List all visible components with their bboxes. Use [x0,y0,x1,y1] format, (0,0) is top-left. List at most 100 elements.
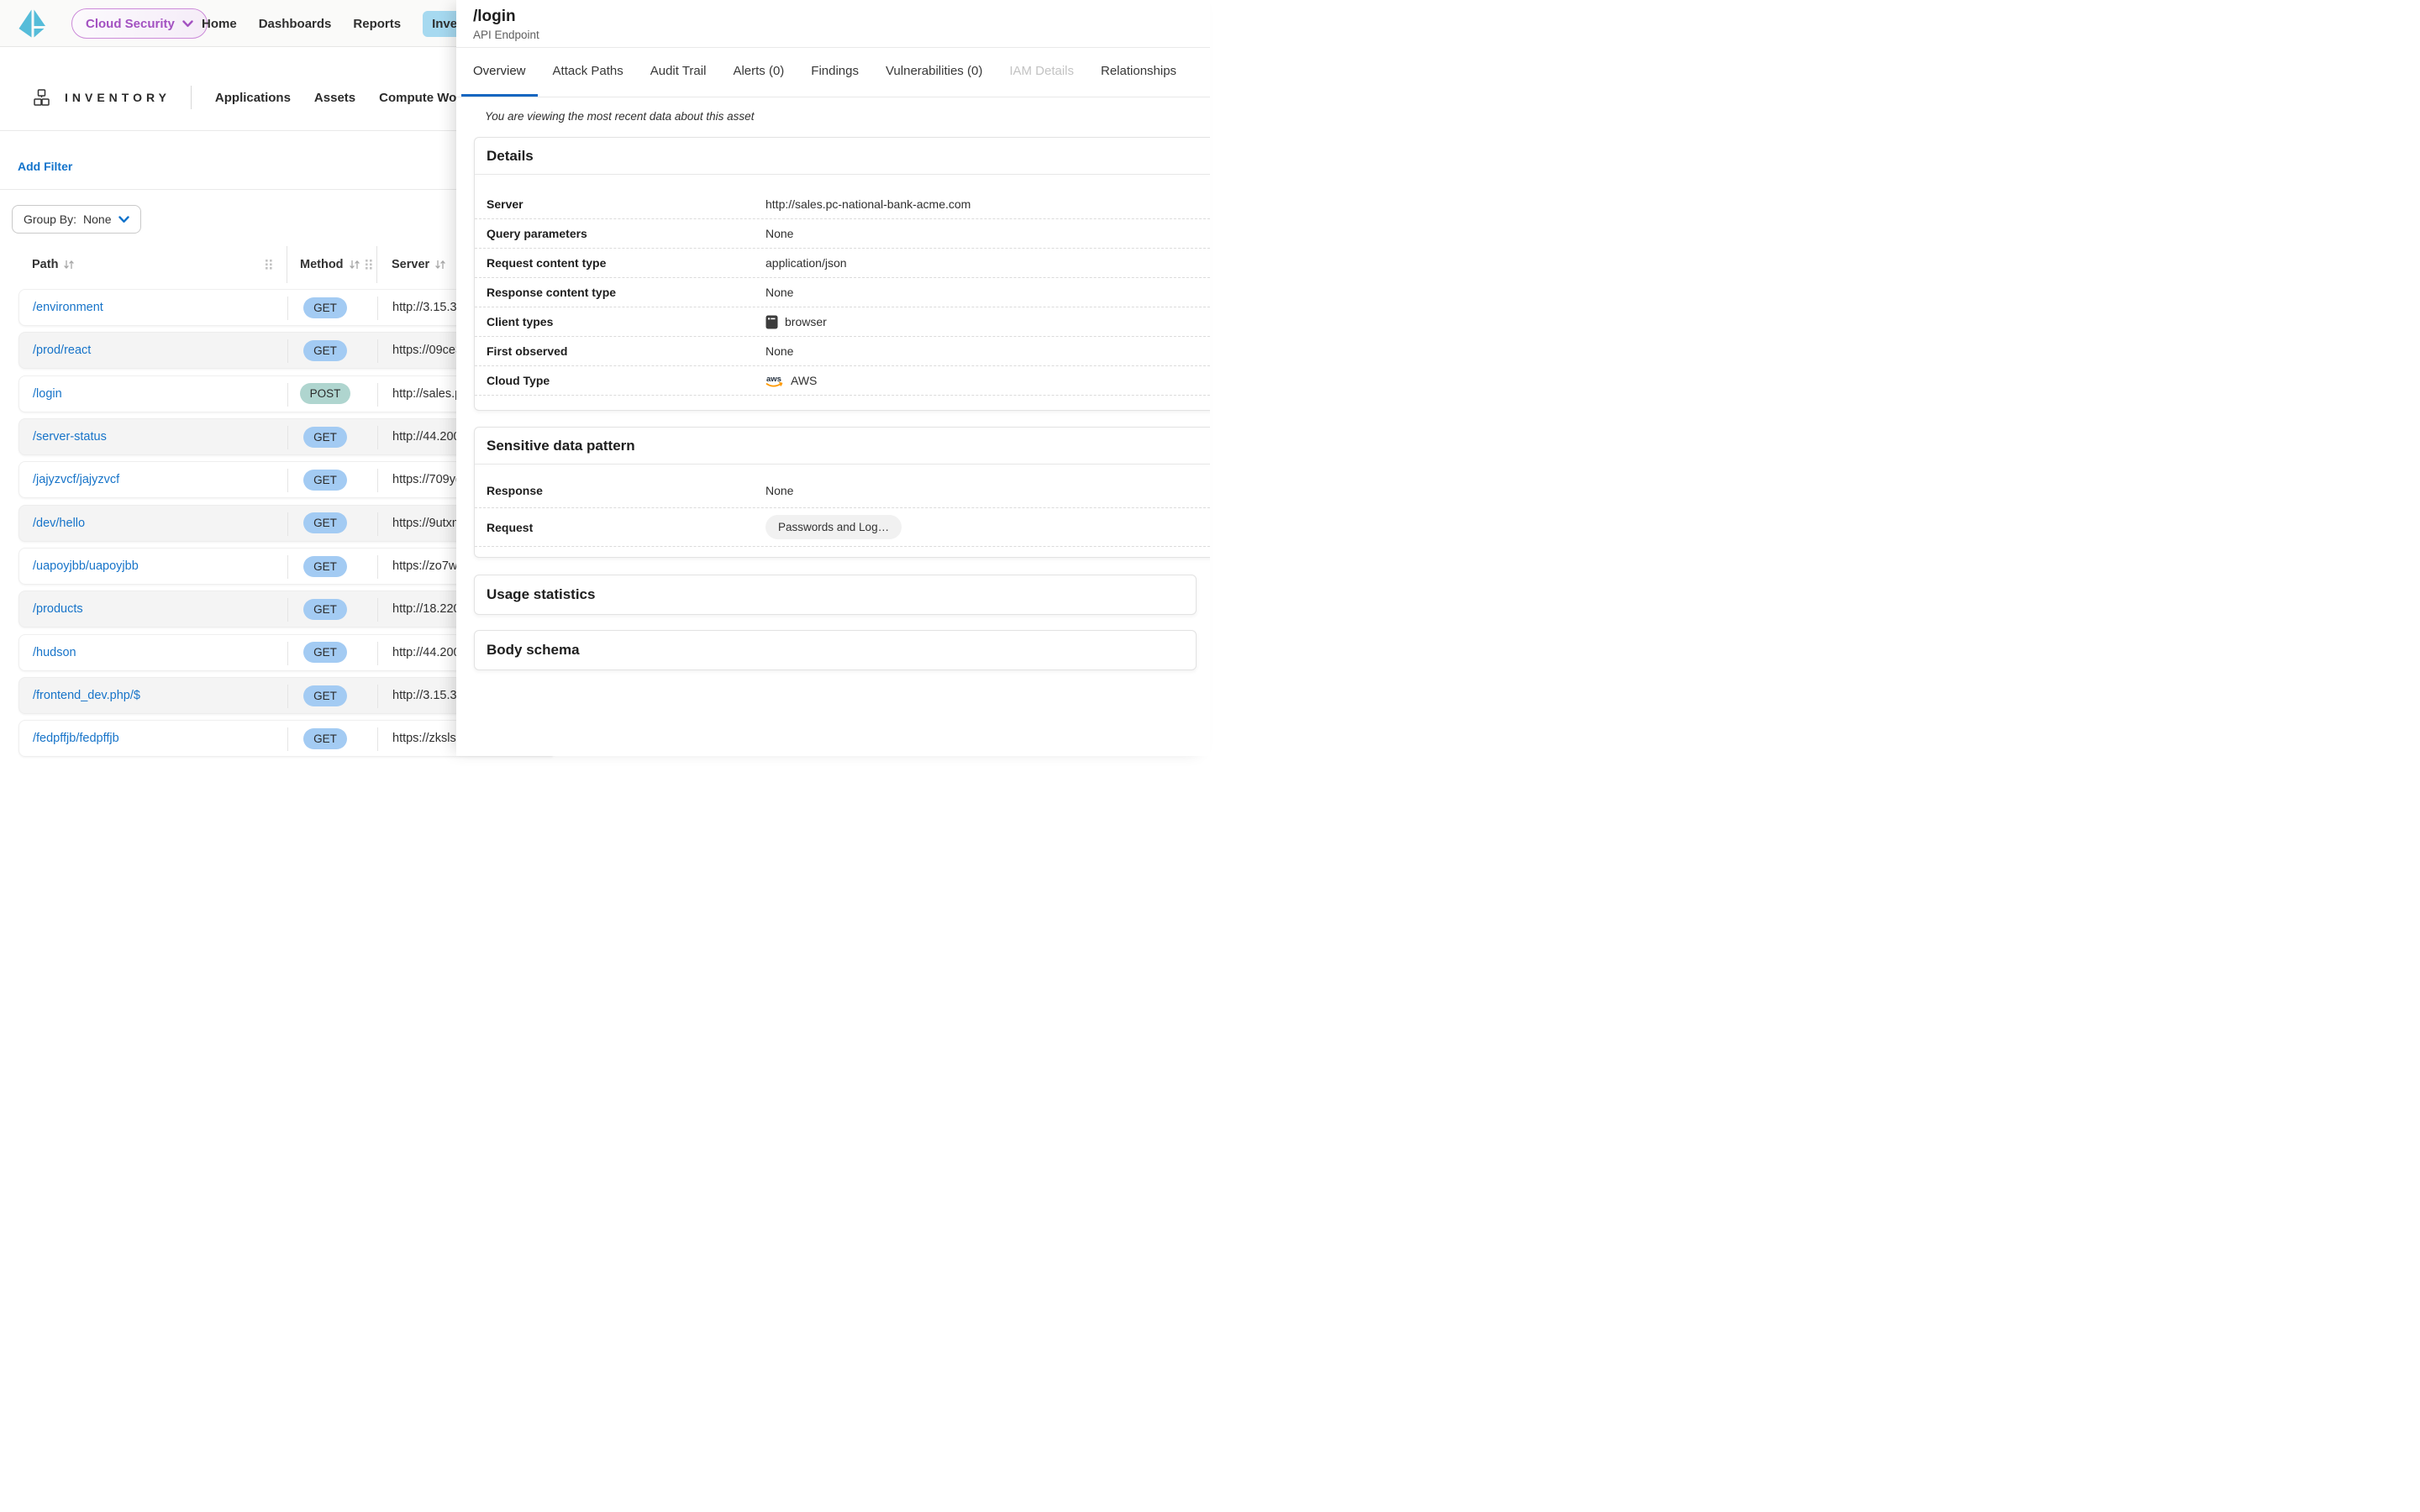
column-divider [377,598,378,622]
panel-tab[interactable]: IAM Details [997,48,1086,97]
column-divider [377,555,378,579]
server-cell: http://44.200. [392,635,464,670]
sort-icon[interactable] [63,260,75,270]
method-badge: GET [303,470,347,491]
path-link[interactable]: /uapoyjbb/uapoyjbb [33,549,139,584]
app-root: Cloud Security Home Dashboards Reports I… [0,0,1210,756]
method-cell: GET [287,419,363,454]
usage-statistics-title: Usage statistics [475,575,1196,614]
product-switcher-label: Cloud Security [86,17,175,31]
chevron-down-icon [118,216,129,223]
column-header-method[interactable]: Method [300,246,372,283]
group-by-label: Group By: [24,213,76,226]
method-badge: GET [303,340,347,361]
column-divider [377,469,378,492]
body-schema-title: Body schema [475,631,1196,669]
panel-subtitle: API Endpoint [473,29,1210,41]
sensitive-row-response: Response None [475,473,1210,508]
sort-icon[interactable] [434,260,446,270]
top-nav-item[interactable]: Home [202,17,237,31]
method-badge: GET [303,642,347,663]
server-cell: http://3.15.30 [392,290,464,325]
server-cell: http://3.15.30 [392,678,464,713]
server-cell: https://709yg [392,462,462,497]
detail-row-query-parameters: Query parameters None [475,219,1210,249]
method-badge: GET [303,685,347,706]
detail-row-client-types: Client types browser [475,307,1210,337]
panel-header: /login API Endpoint [456,0,1210,48]
details-card-title: Details [475,138,1210,175]
column-header-path[interactable]: Path [32,246,75,283]
recent-data-note: You are viewing the most recent data abo… [485,110,1210,123]
column-divider [377,297,378,320]
column-divider [377,339,378,363]
method-badge: GET [303,599,347,620]
browser-icon [765,315,778,329]
aws-icon: aws [765,374,784,388]
top-nav-item[interactable]: Dashboards [259,17,332,31]
panel-tab[interactable]: Relationships [1089,48,1188,97]
sensitive-data-card: Sensitive data pattern Response None Req… [474,427,1210,558]
group-by-dropdown[interactable]: Group By: None [12,205,141,234]
add-filter-button[interactable]: Add Filter [18,160,72,173]
column-divider [377,383,378,407]
path-link[interactable]: /products [33,591,83,627]
table-header: Path Method Server [0,246,456,283]
inventory-tab[interactable]: Assets [314,91,355,105]
path-link[interactable]: /jajyzvcf/jajyzvcf [33,462,119,497]
panel-title: /login [473,8,1210,26]
column-divider [377,727,378,751]
inventory-tab[interactable]: Applications [215,91,291,105]
column-divider [377,642,378,665]
server-cell: http://18.220. [392,591,464,627]
detail-row-cloud-type: Cloud Type aws AWS [475,366,1210,396]
sort-icon[interactable] [349,260,360,270]
method-cell: GET [287,506,363,541]
path-link[interactable]: /login [33,376,62,412]
path-link[interactable]: /frontend_dev.php/$ [33,678,140,713]
panel-tab[interactable]: Attack Paths [541,48,635,97]
path-link[interactable]: /hudson [33,635,76,670]
method-badge: POST [300,383,351,404]
brand-logo-icon [18,8,48,39]
column-divider [377,512,378,536]
method-badge: GET [303,427,347,448]
asset-detail-panel: /login API Endpoint Overview Attack Path… [456,0,1210,756]
panel-tab[interactable]: Audit Trail [639,48,718,97]
method-cell: GET [287,721,363,756]
panel-tab[interactable]: Vulnerabilities (0) [874,48,994,97]
server-cell: http://44.200. [392,419,464,454]
column-drag-handle-icon[interactable] [266,260,272,270]
column-divider [377,426,378,449]
inventory-title: INVENTORY [65,91,171,104]
panel-tab[interactable]: Alerts (0) [721,48,796,97]
product-switcher[interactable]: Cloud Security [71,8,208,39]
sensitive-pattern-chip[interactable]: Passwords and Log… [765,515,902,539]
column-header-server[interactable]: Server [392,246,446,283]
method-cell: GET [287,290,363,325]
column-divider [376,246,377,283]
panel-tab[interactable]: Findings [799,48,871,97]
path-link[interactable]: /server-status [33,419,107,454]
group-by-value: None [83,213,111,226]
panel-tab[interactable]: Overview [461,48,538,97]
path-link[interactable]: /dev/hello [33,506,85,541]
path-link[interactable]: /fedpffjb/fedpffjb [33,721,119,756]
details-rows: Server http://sales.pc-national-bank-acm… [475,175,1210,410]
column-drag-handle-icon[interactable] [366,260,372,270]
usage-statistics-card[interactable]: Usage statistics [474,575,1197,615]
sensitive-row-request: Request Passwords and Log… [475,508,1210,547]
path-link[interactable]: /environment [33,290,103,325]
divider [191,86,192,109]
method-badge: GET [303,728,347,749]
details-card: Details Server http://sales.pc-national-… [474,137,1210,411]
server-cell: https://9utxm [392,506,462,541]
method-badge: GET [303,512,347,533]
body-schema-card[interactable]: Body schema [474,630,1197,670]
method-cell: GET [287,591,363,627]
path-link[interactable]: /prod/react [33,333,91,368]
method-cell: POST [287,376,363,412]
server-cell: https://zo7wlx [392,549,466,584]
sensitive-data-rows: Response None Request Passwords and Log… [475,465,1210,557]
top-nav-item[interactable]: Reports [353,17,401,31]
